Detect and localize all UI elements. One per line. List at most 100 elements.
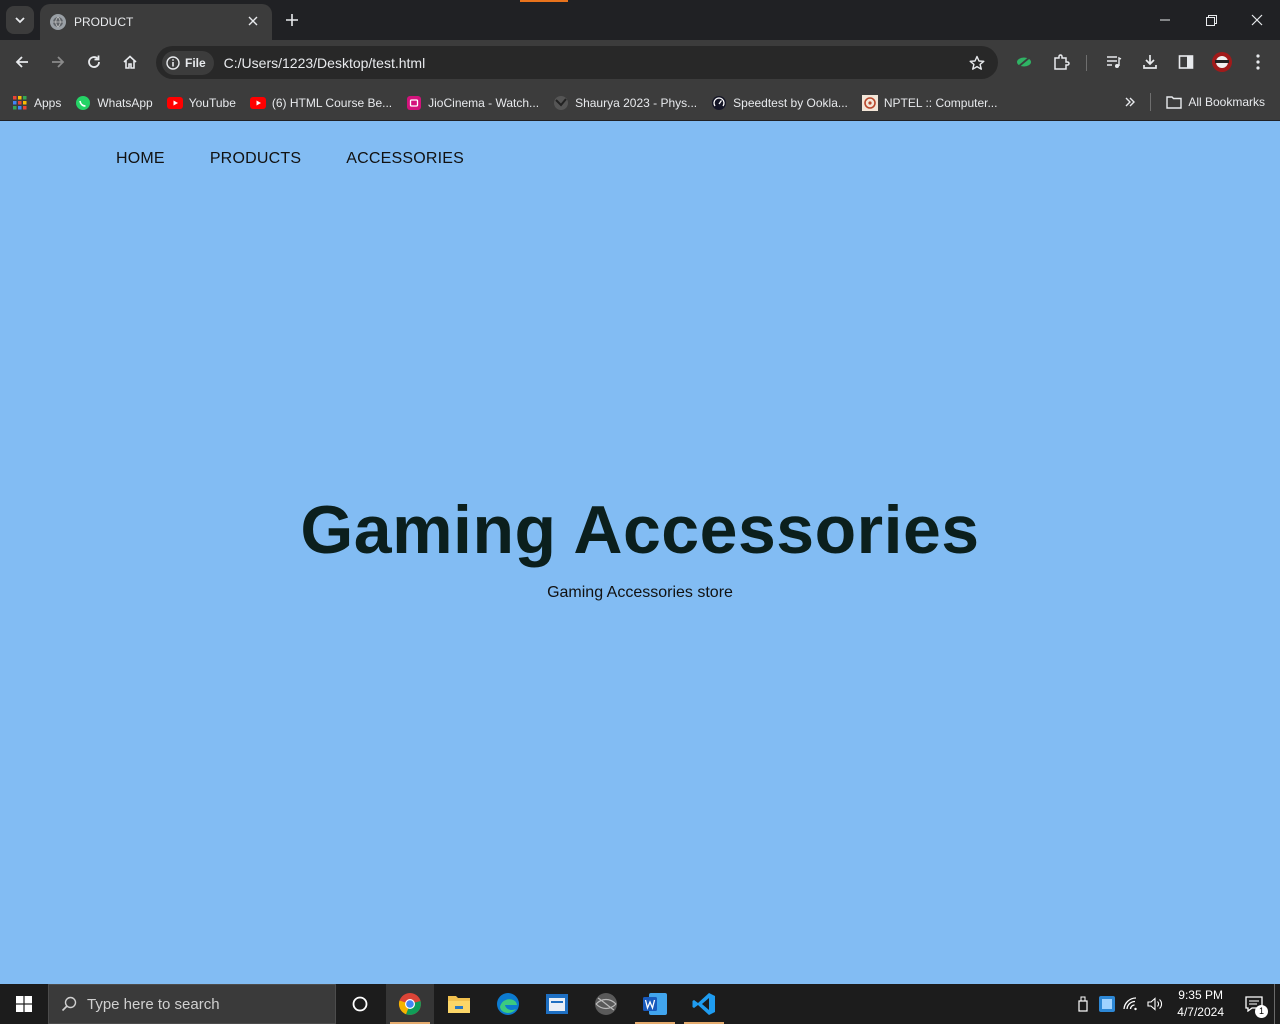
- bookmark-nptel[interactable]: NPTEL :: Computer...: [855, 89, 1005, 117]
- show-desktop-button[interactable]: [1274, 984, 1280, 1024]
- info-icon: [166, 55, 180, 70]
- minimize-button[interactable]: [1142, 0, 1188, 40]
- bookmark-label: Speedtest by Ookla...: [733, 95, 848, 110]
- restore-icon: [1205, 14, 1217, 26]
- bookmark-label: YouTube: [188, 95, 236, 110]
- search-icon: [61, 996, 77, 1012]
- bookmark-label: WhatsApp: [97, 95, 153, 110]
- nptel-icon: [861, 94, 878, 111]
- tray-app-icon[interactable]: [1095, 984, 1119, 1024]
- bookmark-label: JioCinema - Watch...: [428, 95, 540, 110]
- nav-accessories-link[interactable]: ACCESSORIES: [346, 150, 464, 168]
- bookmark-shaurya[interactable]: Shaurya 2023 - Phys...: [546, 89, 704, 117]
- chrome-icon: [398, 993, 421, 1015]
- eye-slash-icon: [1017, 56, 1031, 68]
- extensions-button[interactable]: [1046, 47, 1076, 77]
- url-text[interactable]: C:/Users/1223/Desktop/test.html: [224, 55, 962, 71]
- bookmark-whatsapp[interactable]: WhatsApp: [68, 89, 159, 117]
- taskbar-edge[interactable]: [484, 984, 532, 1024]
- double-chevron-right-icon: [1125, 97, 1136, 107]
- tab-search-button[interactable]: [6, 6, 34, 34]
- folder-icon: [1166, 94, 1183, 110]
- plus-icon: [286, 14, 298, 26]
- bookmark-star-button[interactable]: [962, 48, 992, 78]
- taskbar-word[interactable]: [631, 984, 679, 1024]
- system-tray: 9:35 PM 4/7/2024 1: [1071, 984, 1280, 1024]
- bookmark-youtube[interactable]: YouTube: [160, 89, 243, 117]
- site-info-chip[interactable]: File: [162, 50, 214, 75]
- windows-logo-icon: [16, 996, 32, 1012]
- bookmark-speedtest[interactable]: Speedtest by Ookla...: [704, 89, 855, 117]
- taskbar-clock[interactable]: 9:35 PM 4/7/2024: [1177, 987, 1224, 1021]
- bookmarks-right-group: All Bookmarks: [1118, 88, 1272, 116]
- taskbar-search-box[interactable]: Type here to search: [48, 984, 336, 1024]
- forward-button[interactable]: [43, 47, 73, 77]
- bookmarks-divider: [1150, 93, 1152, 111]
- taskbar-search-placeholder: Type here to search: [87, 995, 220, 1013]
- bookmark-label: Shaurya 2023 - Phys...: [575, 95, 698, 110]
- taskbar-file-explorer[interactable]: [435, 984, 483, 1024]
- windows-taskbar: Type here to search 9:35 PM 4/7/2024 1: [0, 984, 1280, 1024]
- tab-strip: PRODUCT: [0, 0, 1280, 40]
- cortana-button[interactable]: [336, 984, 384, 1024]
- forward-arrow-icon: [52, 56, 65, 68]
- new-tab-button[interactable]: [280, 8, 304, 32]
- browser-toolbar: File C:/Users/1223/Desktop/test.html: [0, 40, 1280, 85]
- sphere-app-icon: [595, 993, 617, 1015]
- bookmarks-overflow-button[interactable]: [1118, 88, 1142, 116]
- vscode-icon: [692, 993, 715, 1015]
- all-bookmarks-label: All Bookmarks: [1188, 95, 1265, 109]
- address-bar[interactable]: File C:/Users/1223/Desktop/test.html: [156, 46, 998, 79]
- media-indicator: [520, 0, 568, 2]
- taskbar-vscode[interactable]: [680, 984, 728, 1024]
- home-icon: [123, 55, 137, 69]
- start-button[interactable]: [0, 984, 48, 1024]
- bookmark-label: Apps: [34, 95, 62, 110]
- nav-home-link[interactable]: HOME: [116, 150, 165, 168]
- cortana-circle-icon: [352, 996, 368, 1012]
- close-window-button[interactable]: [1234, 0, 1280, 40]
- bookmark-jiocinema[interactable]: JioCinema - Watch...: [399, 89, 546, 117]
- tab-active[interactable]: PRODUCT: [40, 4, 272, 40]
- bookmark-apps[interactable]: Apps: [0, 89, 68, 117]
- download-icon: [1143, 55, 1157, 69]
- action-center-button[interactable]: 1: [1234, 984, 1274, 1024]
- taskbar-store-app[interactable]: [533, 984, 581, 1024]
- volume-icon[interactable]: [1143, 984, 1167, 1024]
- hero-title: Gaming Accessories: [300, 492, 980, 568]
- close-tab-icon[interactable]: [244, 13, 262, 31]
- profile-button[interactable]: [1207, 47, 1237, 77]
- menu-button[interactable]: [1243, 47, 1273, 77]
- site-chip-label: File: [185, 55, 206, 70]
- speedtest-icon: [711, 95, 727, 111]
- side-panel-button[interactable]: [1171, 47, 1201, 77]
- playlist-icon: [1107, 56, 1122, 68]
- taskbar-chrome[interactable]: [386, 984, 434, 1024]
- avatar: [1212, 52, 1232, 72]
- all-bookmarks-button[interactable]: All Bookmarks: [1159, 88, 1272, 116]
- media-controls-button[interactable]: [1099, 47, 1129, 77]
- back-button[interactable]: [7, 47, 37, 77]
- downloads-button[interactable]: [1135, 47, 1165, 77]
- word-icon: [643, 993, 667, 1015]
- restore-button[interactable]: [1188, 0, 1234, 40]
- usb-device-icon[interactable]: [1071, 984, 1095, 1024]
- globe-icon: [50, 14, 66, 30]
- extension-green-button[interactable]: [1009, 47, 1039, 77]
- taskbar-sphere-app[interactable]: [582, 984, 630, 1024]
- edge-icon: [497, 993, 519, 1015]
- home-button[interactable]: [115, 47, 145, 77]
- bookmark-label: (6) HTML Course Be...: [271, 95, 393, 110]
- apps-grid-icon: [12, 95, 28, 111]
- globe-icon: [553, 95, 569, 111]
- clock-time: 9:35 PM: [1178, 988, 1223, 1002]
- reload-icon: [88, 55, 100, 68]
- nav-products-link[interactable]: PRODUCTS: [210, 150, 301, 168]
- bookmark-html-course[interactable]: (6) HTML Course Be...: [243, 89, 399, 117]
- bookmarks-bar: Apps WhatsApp YouTube (6) HTML Course Be…: [0, 85, 1280, 120]
- notification-count-badge: 1: [1255, 1005, 1268, 1018]
- minimize-icon: [1160, 19, 1170, 21]
- tab-title: PRODUCT: [74, 15, 134, 29]
- reload-button[interactable]: [79, 47, 109, 77]
- wifi-icon[interactable]: [1119, 984, 1143, 1024]
